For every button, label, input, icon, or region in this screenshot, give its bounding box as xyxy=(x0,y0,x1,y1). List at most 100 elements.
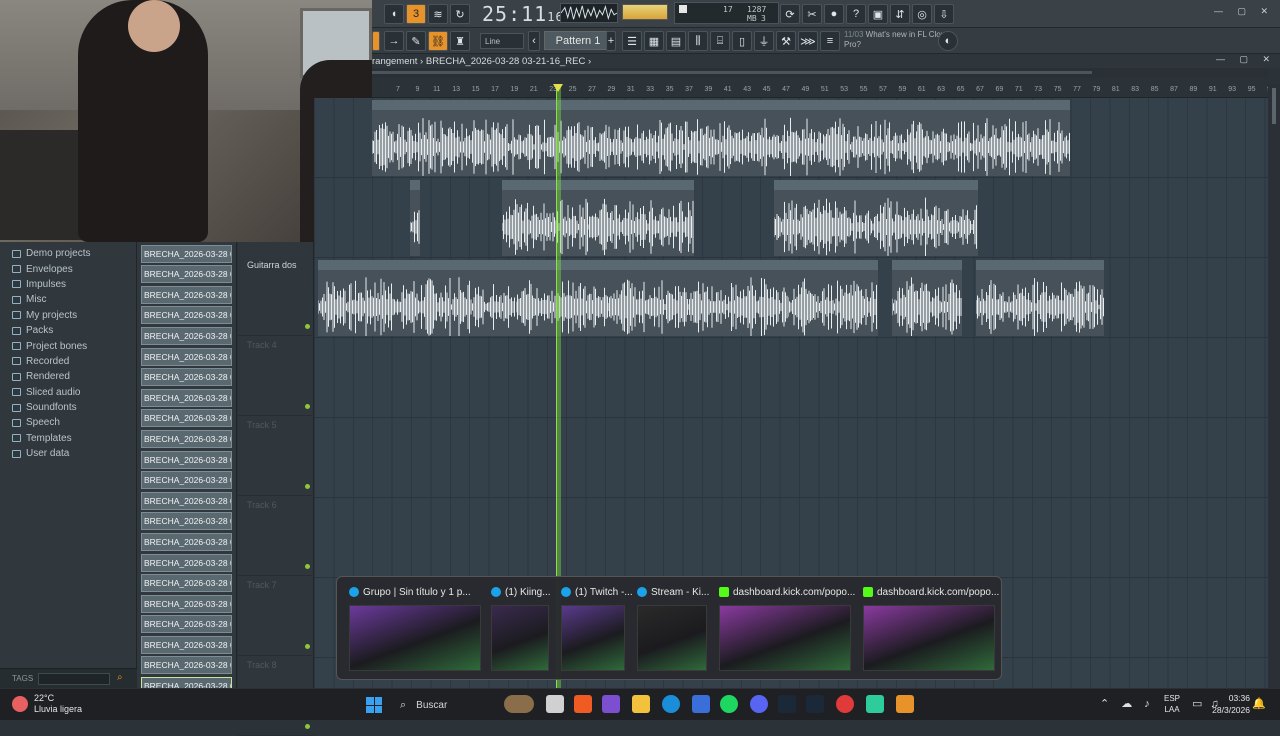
fx-icon[interactable]: ⋙ xyxy=(798,31,818,51)
window-preview[interactable]: (1) Kiing... xyxy=(487,583,553,675)
arrow-right-icon[interactable]: → xyxy=(384,31,404,51)
system-tray[interactable]: ⌃☁♪ xyxy=(1100,697,1162,710)
browser-item[interactable]: Recorded xyxy=(0,354,136,369)
obs-icon[interactable] xyxy=(836,695,854,713)
audio-clip[interactable]: BRECHA_2026...19-01_REC xyxy=(774,180,870,256)
vertical-scrollbar[interactable] xyxy=(1268,84,1280,688)
undo-history-icon[interactable]: ⟳ xyxy=(780,4,800,24)
clip-source-item[interactable]: BRECHA_2026-03-28 02- xyxy=(141,450,232,469)
download-icon[interactable]: ⇩ xyxy=(934,4,954,24)
horizontal-scrollbar[interactable] xyxy=(372,68,1268,78)
tags-search-input[interactable] xyxy=(38,673,110,685)
clip-source-item[interactable]: BRECHA_2026-03-28 02- xyxy=(141,306,232,325)
windows-start-icon[interactable] xyxy=(366,697,382,713)
chat-icon[interactable]: ◎ xyxy=(912,4,932,24)
clip-source-item[interactable]: BRECHA_2026-03-28 01- xyxy=(141,244,232,263)
steam-icon[interactable] xyxy=(778,695,796,713)
breadcrumb[interactable]: rangement › BRECHA_2026-03-28 03-21-16_R… xyxy=(372,56,591,67)
track-header[interactable]: Track 5 xyxy=(238,416,314,496)
clip-source-item[interactable]: BRECHA_2026-03-28 02- xyxy=(141,491,232,510)
save-icon[interactable]: ▣ xyxy=(868,4,888,24)
playlist-icon[interactable]: ☰ xyxy=(622,31,642,51)
link-icon[interactable]: ⛓ xyxy=(428,31,448,51)
snap-mode-select[interactable]: Line xyxy=(480,33,524,49)
piano-roll-icon[interactable]: ▤ xyxy=(666,31,686,51)
window-preview[interactable]: dashboard.kick.com/popo... xyxy=(715,583,855,675)
mic-icon[interactable]: ● xyxy=(824,4,844,24)
browser-item[interactable]: Misc xyxy=(0,292,136,307)
browser-item[interactable]: Packs xyxy=(0,323,136,338)
browser-item[interactable]: Templates xyxy=(0,431,136,446)
plugin-icon[interactable]: ▯ xyxy=(732,31,752,51)
window-preview[interactable]: Stream - Ki... xyxy=(633,583,711,675)
track-header[interactable]: Track 6 xyxy=(238,496,314,576)
countdown-icon[interactable]: 3 xyxy=(406,4,426,24)
audio-clip[interactable] xyxy=(410,180,420,256)
clip-source-item[interactable]: BRECHA_2026-03-28 01- xyxy=(141,265,232,284)
blend-icon[interactable]: ≋ xyxy=(428,4,448,24)
browser-item[interactable]: Envelopes xyxy=(0,261,136,276)
track-enable-led[interactable] xyxy=(305,724,310,729)
song-position[interactable]: 25:1116 xyxy=(482,2,564,26)
browser-item[interactable]: Speech xyxy=(0,415,136,430)
widgets-icon[interactable] xyxy=(504,695,534,713)
audio-clip[interactable]: BRECHA_2026-03-28 02-48-11_REC xyxy=(976,260,1104,336)
master-volume[interactable] xyxy=(622,4,668,20)
audio-clip[interactable]: untitled_20...EC - Part_3 xyxy=(516,260,608,336)
track-enable-led[interactable] xyxy=(305,564,310,569)
browser-item[interactable]: Sliced audio xyxy=(0,385,136,400)
track-header[interactable]: Track 4 xyxy=(238,336,314,416)
audio-clip[interactable]: untitled_202...REC - Part_3 xyxy=(688,260,788,336)
file-explorer-icon[interactable] xyxy=(632,695,650,713)
brave-icon[interactable] xyxy=(574,695,592,713)
track-enable-led[interactable] xyxy=(305,484,310,489)
clip-source-item[interactable]: BRECHA_2026-03-28 03- xyxy=(141,656,232,675)
playhead-marker-icon[interactable] xyxy=(553,84,563,92)
pattern-selector[interactable]: Pattern 1 xyxy=(544,31,612,50)
edge-icon[interactable] xyxy=(662,695,680,713)
spotify-icon[interactable] xyxy=(720,695,738,713)
clip-source-item[interactable]: BRECHA_2026-03-28 02- xyxy=(141,368,232,387)
notes-icon[interactable]: ≡ xyxy=(820,31,840,51)
browser-item[interactable]: Impulses xyxy=(0,277,136,292)
track-enable-led[interactable] xyxy=(305,324,310,329)
tools-icon[interactable]: ⚒ xyxy=(776,31,796,51)
weather-widget[interactable]: 22°C Lluvia ligera xyxy=(12,693,82,715)
clip-source-item[interactable]: BRECHA_2026-03-28 02- xyxy=(141,471,232,490)
browser-item[interactable]: Rendered xyxy=(0,369,136,384)
news-dial-icon[interactable]: ◐ xyxy=(938,31,958,51)
clip-source-item[interactable]: BRECHA_2026-03-28 03- xyxy=(141,532,232,551)
playlist-window-controls[interactable]: — ▢ ✕ xyxy=(1216,54,1276,65)
clip-source-item[interactable]: BRECHA_2026-03-28 02- xyxy=(141,388,232,407)
audio-clip[interactable]: BRECHA_2026-...1-58-24_REC xyxy=(588,180,694,256)
browser-icon[interactable]: ⌸ xyxy=(710,31,730,51)
timeline-ruler[interactable]: 7 9 11 13 15 17 19 21 23 25 27 29 31 33 35 37 39 41 43 45 47… xyxy=(372,84,1275,98)
language-indicator[interactable]: ESP LAA xyxy=(1164,693,1180,715)
pattern-add-icon[interactable]: + xyxy=(606,31,616,51)
audio-clip[interactable]: BRECHA_2026-...2-25-13_REC xyxy=(870,180,978,256)
track-enable-led[interactable] xyxy=(305,644,310,649)
search-icon[interactable]: ⌕ xyxy=(117,672,129,684)
browser-item[interactable]: Soundfonts xyxy=(0,400,136,415)
loop-record-icon[interactable]: ↻ xyxy=(450,4,470,24)
audio-clip[interactable]: untitled...- Part_2 xyxy=(608,260,688,336)
audio-clip[interactable]: BRECHA_202...21-16_REC xyxy=(502,180,588,256)
track-enable-led[interactable] xyxy=(305,404,310,409)
store-icon[interactable] xyxy=(692,695,710,713)
clip-source-item[interactable]: BRECHA_2026-03-28 03- xyxy=(141,574,232,593)
window-controls[interactable]: — ▢ ✕ xyxy=(1214,6,1274,17)
vscroll-thumb[interactable] xyxy=(1272,88,1276,124)
clip-source-item[interactable]: BRECHA_2026-03-28 02- xyxy=(141,326,232,345)
clip-source-item[interactable]: BRECHA_2026-03-28 03- xyxy=(141,594,232,613)
plug-icon[interactable]: ⏚ xyxy=(754,31,774,51)
midi-icon[interactable]: ⇵ xyxy=(890,4,910,24)
clip-source-item[interactable]: BRECHA_2026-03-28 03- xyxy=(141,512,232,531)
channel-rack-icon[interactable]: ▦ xyxy=(644,31,664,51)
audio-clip[interactable]: 26-03-19 01-48-34_REC xyxy=(372,100,1070,176)
clip-source-item[interactable]: BRECHA_2026-03-28 02- xyxy=(141,429,232,448)
clip-source-item[interactable]: BRECHA_2026-03-28 02- xyxy=(141,409,232,428)
audio-clip[interactable]: untitled...- Part_2 xyxy=(892,260,962,336)
notification-icon[interactable]: 🔔 xyxy=(1252,697,1266,710)
wait-icon[interactable]: ◖ xyxy=(384,4,404,24)
copilot-icon[interactable] xyxy=(602,695,620,713)
